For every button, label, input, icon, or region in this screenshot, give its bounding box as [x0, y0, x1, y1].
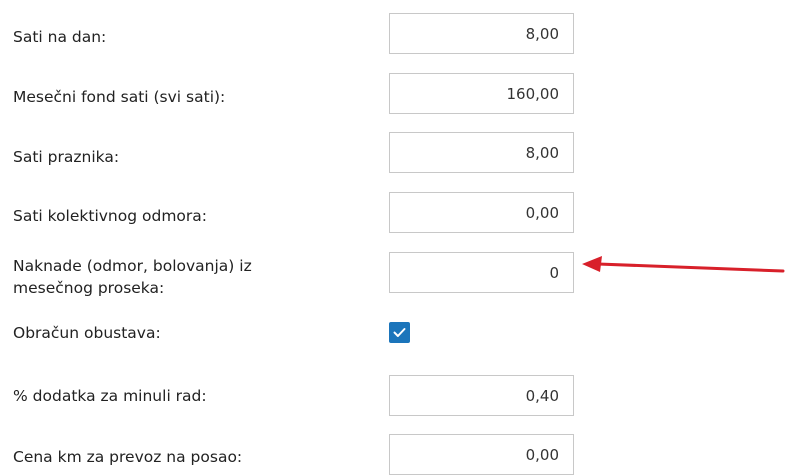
checkmark-icon [393, 328, 406, 337]
sati-na-dan-input[interactable] [389, 13, 574, 54]
naknade-input[interactable] [389, 252, 574, 293]
sati-na-dan-label: Sati na dan: [13, 28, 107, 46]
sati-praznika-input[interactable] [389, 132, 574, 173]
naknade-label-line1: Naknade (odmor, bolovanja) iz [13, 257, 252, 275]
minuli-rad-label: % dodatka za minuli rad: [13, 387, 207, 405]
settings-form: Sati na dan: Mesečni fond sati (svi sati… [0, 0, 785, 475]
arrow-left-icon [582, 256, 785, 273]
naknade-label-line2: mesečnog proseka: [13, 279, 165, 297]
obracun-obustava-label: Obračun obustava: [13, 324, 161, 342]
cena-km-label: Cena km za prevoz na posao: [13, 448, 243, 466]
cena-km-input[interactable] [389, 434, 574, 475]
mesecni-fond-label: Mesečni fond sati (svi sati): [13, 88, 226, 106]
obracun-obustava-checkbox[interactable] [389, 322, 410, 343]
minuli-rad-input[interactable] [389, 375, 574, 416]
sati-kolektivnog-odmora-label: Sati kolektivnog odmora: [13, 207, 207, 225]
mesecni-fond-input[interactable] [389, 73, 574, 114]
sati-kolektivnog-odmora-input[interactable] [389, 192, 574, 233]
sati-praznika-label: Sati praznika: [13, 148, 120, 166]
